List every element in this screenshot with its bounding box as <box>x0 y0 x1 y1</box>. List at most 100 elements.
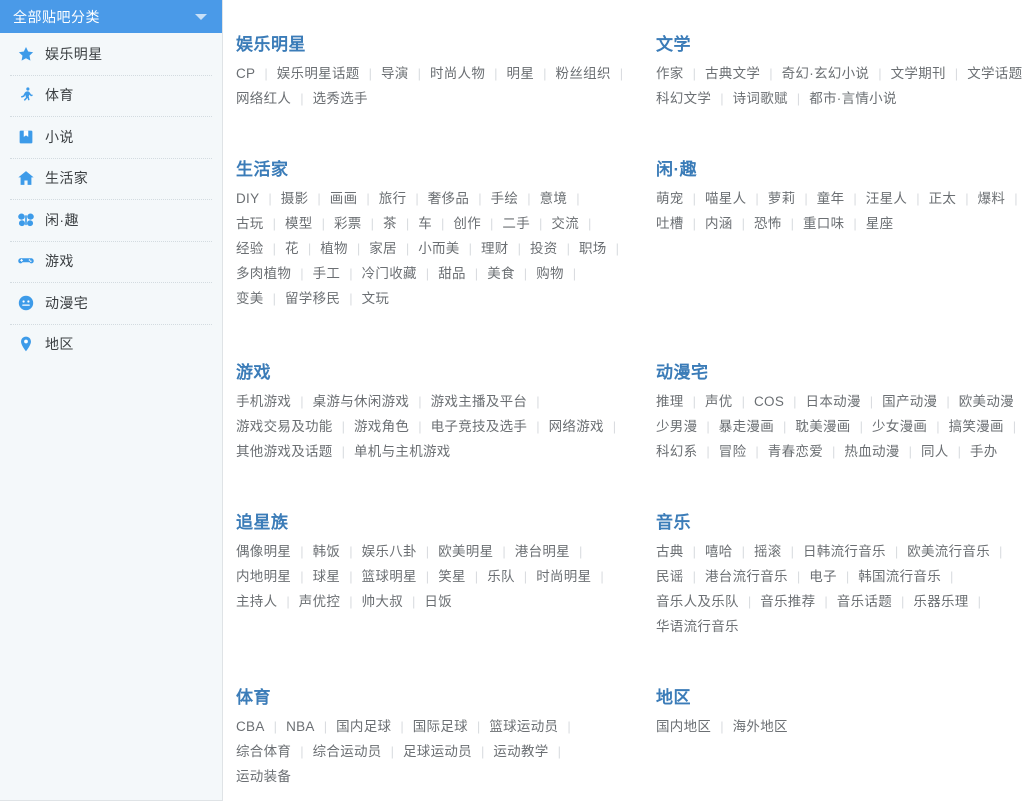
tag-link[interactable]: 重口味 <box>803 211 844 236</box>
tag-link[interactable]: 耽美漫画 <box>795 414 850 439</box>
tag-link[interactable]: 欧美流行音乐 <box>907 539 990 564</box>
tag-link[interactable]: 内地明星 <box>236 564 291 589</box>
tag-link[interactable]: 模型 <box>285 211 313 236</box>
tag-link[interactable]: 日本动漫 <box>806 389 861 414</box>
tag-link[interactable]: 游戏角色 <box>354 414 409 439</box>
tag-link[interactable]: 诗词歌赋 <box>733 86 788 111</box>
tag-link[interactable]: 网络红人 <box>236 86 291 111</box>
tag-link[interactable]: 交流 <box>551 211 579 236</box>
tag-link[interactable]: 音乐人及乐队 <box>656 589 739 614</box>
tag-link[interactable]: 其他游戏及话题 <box>236 439 333 464</box>
tag-link[interactable]: 国产动漫 <box>882 389 937 414</box>
tag-link[interactable]: 韩饭 <box>313 539 341 564</box>
tag-link[interactable]: 帅大叔 <box>362 589 403 614</box>
tag-link[interactable]: 欧美动漫 <box>959 389 1014 414</box>
tag-link[interactable]: 时尚人物 <box>430 61 485 86</box>
tag-link[interactable]: 搞笑漫画 <box>949 414 1004 439</box>
tag-link[interactable]: 吐槽 <box>656 211 684 236</box>
tag-link[interactable]: 正太 <box>929 186 957 211</box>
tag-link[interactable]: 植物 <box>320 236 348 261</box>
tag-link[interactable]: 创作 <box>453 211 481 236</box>
tag-link[interactable]: 同人 <box>921 439 949 464</box>
tag-link[interactable]: 古玩 <box>236 211 264 236</box>
sidebar-header[interactable]: 全部贴吧分类 <box>0 0 222 33</box>
tag-link[interactable]: 乐器乐理 <box>913 589 968 614</box>
tag-link[interactable]: 恐怖 <box>754 211 782 236</box>
tag-link[interactable]: 粉丝组织 <box>556 61 611 86</box>
tag-link[interactable]: 暴走漫画 <box>719 414 774 439</box>
tag-link[interactable]: 花 <box>285 236 299 261</box>
tag-link[interactable]: CBA <box>236 714 265 739</box>
tag-link[interactable]: 职场 <box>579 236 607 261</box>
tag-link[interactable]: 娱乐明星话题 <box>277 61 360 86</box>
tag-link[interactable]: 篮球明星 <box>362 564 417 589</box>
tag-link[interactable]: 港台明星 <box>515 539 570 564</box>
tag-link[interactable]: 汪星人 <box>866 186 907 211</box>
tag-link[interactable]: DIY <box>236 186 259 211</box>
tag-link[interactable]: 篮球运动员 <box>489 714 558 739</box>
tag-link[interactable]: 球星 <box>313 564 341 589</box>
tag-link[interactable]: 作家 <box>656 61 684 86</box>
tag-link[interactable]: 意境 <box>540 186 568 211</box>
tag-link[interactable]: 萝莉 <box>768 186 796 211</box>
tag-link[interactable]: 时尚明星 <box>536 564 591 589</box>
tag-link[interactable]: 旅行 <box>379 186 407 211</box>
tag-link[interactable]: 摄影 <box>281 186 309 211</box>
tag-link[interactable]: 运动教学 <box>493 739 548 764</box>
category-title[interactable]: 文学 <box>656 36 1024 53</box>
tag-link[interactable]: 奢侈品 <box>428 186 469 211</box>
category-title[interactable]: 地区 <box>656 689 1024 706</box>
tag-link[interactable]: 明星 <box>507 61 535 86</box>
tag-link[interactable]: 变美 <box>236 286 264 311</box>
tag-link[interactable]: 国内地区 <box>656 714 711 739</box>
tag-link[interactable]: 理财 <box>481 236 509 261</box>
tag-link[interactable]: 声优控 <box>299 589 340 614</box>
tag-link[interactable]: 经验 <box>236 236 264 261</box>
tag-link[interactable]: 二手 <box>502 211 530 236</box>
tag-link[interactable]: 综合体育 <box>236 739 291 764</box>
category-title[interactable]: 生活家 <box>236 161 656 178</box>
tag-link[interactable]: NBA <box>286 714 315 739</box>
tag-link[interactable]: 科幻系 <box>656 439 697 464</box>
tag-link[interactable]: COS <box>754 389 784 414</box>
sidebar-item-1[interactable]: 娱乐明星 <box>0 33 222 75</box>
tag-link[interactable]: 童年 <box>817 186 845 211</box>
sidebar-item-6[interactable]: 游戏 <box>0 240 222 283</box>
tag-link[interactable]: 内涵 <box>705 211 733 236</box>
tag-link[interactable]: 推理 <box>656 389 684 414</box>
tag-link[interactable]: 文玩 <box>362 286 390 311</box>
tag-link[interactable]: 喵星人 <box>705 186 746 211</box>
tag-link[interactable]: 乐队 <box>487 564 515 589</box>
tag-link[interactable]: 家居 <box>369 236 397 261</box>
category-title[interactable]: 追星族 <box>236 514 656 531</box>
tag-link[interactable]: 足球运动员 <box>403 739 472 764</box>
sidebar-item-2[interactable]: 体育 <box>0 74 222 117</box>
tag-link[interactable]: 游戏交易及功能 <box>236 414 333 439</box>
tag-link[interactable]: 游戏主播及平台 <box>431 389 528 414</box>
category-title[interactable]: 游戏 <box>236 364 656 381</box>
tag-link[interactable]: 少女漫画 <box>872 414 927 439</box>
tag-link[interactable]: 手机游戏 <box>236 389 291 414</box>
tag-link[interactable]: 萌宠 <box>656 186 684 211</box>
tag-link[interactable]: 港台流行音乐 <box>705 564 788 589</box>
tag-link[interactable]: 导演 <box>381 61 409 86</box>
sidebar-item-3[interactable]: 小说 <box>0 116 222 158</box>
tag-link[interactable]: 华语流行音乐 <box>656 614 739 639</box>
tag-link[interactable]: 手工 <box>313 261 341 286</box>
tag-link[interactable]: 彩票 <box>334 211 362 236</box>
tag-link[interactable]: 国际足球 <box>413 714 468 739</box>
tag-link[interactable]: 综合运动员 <box>313 739 382 764</box>
tag-link[interactable]: 古典文学 <box>705 61 760 86</box>
tag-link[interactable]: 电子竞技及选手 <box>431 414 528 439</box>
tag-link[interactable]: 主持人 <box>236 589 277 614</box>
tag-link[interactable]: 网络游戏 <box>549 414 604 439</box>
tag-link[interactable]: 海外地区 <box>733 714 788 739</box>
tag-link[interactable]: 笑星 <box>438 564 466 589</box>
tag-link[interactable]: 国内足球 <box>336 714 391 739</box>
tag-link[interactable]: 日韩流行音乐 <box>803 539 886 564</box>
tag-link[interactable]: 都市·言情小说 <box>809 86 897 111</box>
tag-link[interactable]: 古典 <box>656 539 684 564</box>
tag-link[interactable]: 韩国流行音乐 <box>858 564 941 589</box>
tag-link[interactable]: 投资 <box>530 236 558 261</box>
tag-link[interactable]: 青春恋爱 <box>768 439 823 464</box>
